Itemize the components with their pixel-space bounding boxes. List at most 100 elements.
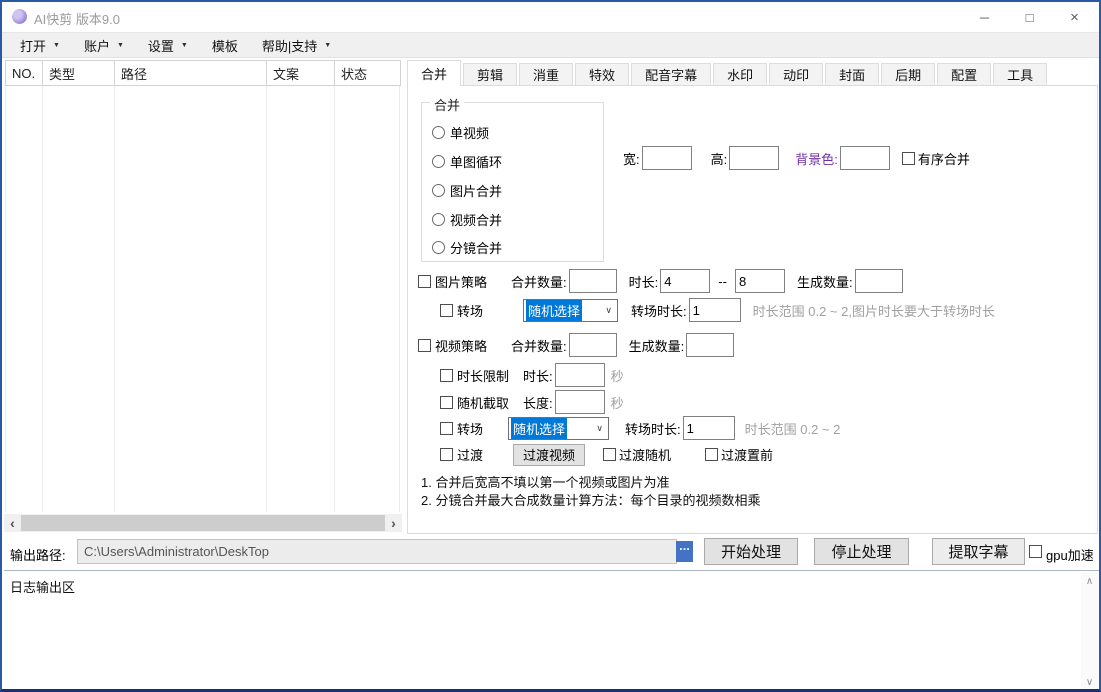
radio-single-image-loop[interactable]: 单图循环	[432, 152, 502, 171]
close-button[interactable]: ×	[1052, 2, 1097, 32]
output-path-input[interactable]	[77, 539, 677, 564]
fade-random-checkbox[interactable]	[603, 448, 616, 461]
fade-checkbox[interactable]	[440, 448, 453, 461]
menu-account[interactable]: 账户 ▼	[76, 33, 132, 58]
size-row: 宽: 高: 背景色: 有序合并	[623, 145, 970, 171]
scroll-left-icon[interactable]: ‹	[4, 514, 21, 532]
background-color-input[interactable]	[840, 146, 890, 170]
duration-limit-input[interactable]	[555, 363, 605, 387]
scroll-down-icon[interactable]: ∨	[1081, 674, 1098, 690]
column-header-status[interactable]: 状态	[335, 61, 400, 85]
video-transition-checkbox[interactable]	[440, 422, 453, 435]
select-value: 随机选择	[526, 300, 582, 321]
tab-clip[interactable]: 剪辑	[463, 63, 517, 85]
radio-icon	[432, 213, 445, 226]
title-bar: AI快剪 版本9.0 ─ □ ×	[2, 2, 1099, 32]
radio-label: 单图循环	[450, 152, 502, 171]
radio-icon	[432, 126, 445, 139]
image-transition-select[interactable]: 随机选择 ∨	[523, 299, 618, 322]
radio-storyboard-merge[interactable]: 分镜合并	[432, 238, 502, 257]
table-column	[6, 86, 43, 512]
table-horizontal-scrollbar[interactable]: ‹ ›	[4, 514, 402, 532]
fade-video-button[interactable]: 过渡视频	[513, 444, 585, 466]
scroll-right-icon[interactable]: ›	[385, 514, 402, 532]
menu-account-label: 账户	[84, 36, 110, 55]
ordered-merge-checkbox[interactable]	[902, 152, 915, 165]
file-table-header: NO. 类型 路径 文案 状态	[5, 60, 401, 86]
menu-help-support[interactable]: 帮助|支持 ▼	[254, 33, 339, 58]
merge-tab-panel: 合并 单视频 单图循环 图片合并 视频合并 分镜合并	[407, 85, 1098, 534]
dropdown-arrow-icon: ▼	[53, 42, 60, 49]
stop-processing-button[interactable]: 停止处理	[814, 538, 909, 565]
image-merge-count-input[interactable]	[569, 269, 617, 293]
radio-icon	[432, 184, 445, 197]
video-strategy-checkbox[interactable]	[418, 339, 431, 352]
menu-settings-label: 设置	[148, 36, 174, 55]
width-input[interactable]	[642, 146, 692, 170]
duration-range-dash: --	[718, 274, 727, 289]
tab-watermark[interactable]: 水印	[713, 63, 767, 85]
menu-template[interactable]: 模板	[204, 33, 246, 58]
table-column	[115, 86, 267, 512]
column-header-text[interactable]: 文案	[267, 61, 335, 85]
tab-motion-stamp[interactable]: 动印	[769, 63, 823, 85]
video-generate-count-input[interactable]	[686, 333, 734, 357]
duration-field-label: 时长:	[523, 366, 553, 385]
merge-count-label: 合并数量:	[511, 272, 567, 291]
image-duration-max-input[interactable]	[735, 269, 785, 293]
menu-open[interactable]: 打开 ▼	[12, 33, 68, 58]
radio-image-merge[interactable]: 图片合并	[432, 181, 502, 200]
fade-label: 过渡	[457, 445, 483, 464]
tab-effects[interactable]: 特效	[575, 63, 629, 85]
tab-cover[interactable]: 封面	[825, 63, 879, 85]
radio-label: 视频合并	[450, 210, 502, 229]
seconds-unit-label: 秒	[611, 393, 624, 412]
radio-video-merge[interactable]: 视频合并	[432, 210, 502, 229]
fade-video-button-label: 过渡视频	[523, 445, 575, 464]
height-label: 高:	[711, 149, 728, 168]
video-transition-select[interactable]: 随机选择 ∨	[508, 417, 609, 440]
image-generate-count-input[interactable]	[855, 269, 903, 293]
radio-single-video[interactable]: 单视频	[432, 123, 489, 142]
random-cut-length-input[interactable]	[555, 390, 605, 414]
column-header-path[interactable]: 路径	[115, 61, 267, 85]
image-transition-duration-input[interactable]	[689, 298, 741, 322]
transition-duration-hint: 时长范围 0.2 ~ 2,图片时长要大于转场时长	[753, 301, 995, 320]
tab-strip: 合并 剪辑 消重 特效 配音字幕 水印 动印 封面 后期 配置 工具	[407, 60, 1049, 85]
duration-limit-checkbox[interactable]	[440, 369, 453, 382]
tab-config[interactable]: 配置	[937, 63, 991, 85]
menu-settings[interactable]: 设置 ▼	[140, 33, 196, 58]
file-table-body[interactable]	[5, 86, 401, 512]
extract-subtitle-button[interactable]: 提取字幕	[932, 538, 1025, 565]
radio-label: 图片合并	[450, 181, 502, 200]
maximize-button[interactable]: □	[1007, 2, 1052, 32]
tab-merge[interactable]: 合并	[407, 60, 461, 86]
scroll-up-icon[interactable]: ∧	[1081, 573, 1098, 589]
tab-dub-subtitle[interactable]: 配音字幕	[631, 63, 711, 85]
file-table: NO. 类型 路径 文案 状态	[5, 60, 401, 512]
video-merge-count-input[interactable]	[569, 333, 617, 357]
image-strategy-checkbox[interactable]	[418, 275, 431, 288]
tab-dedupe[interactable]: 消重	[519, 63, 573, 85]
tab-tools[interactable]: 工具	[993, 63, 1047, 85]
column-header-no[interactable]: NO.	[6, 61, 43, 85]
scrollbar-thumb[interactable]	[21, 515, 385, 531]
browse-button[interactable]: ...	[676, 541, 693, 562]
radio-icon	[432, 155, 445, 168]
random-cut-checkbox[interactable]	[440, 396, 453, 409]
app-logo-icon	[12, 9, 27, 24]
tab-post[interactable]: 后期	[881, 63, 935, 85]
image-transition-checkbox[interactable]	[440, 304, 453, 317]
height-input[interactable]	[729, 146, 779, 170]
start-processing-button[interactable]: 开始处理	[704, 538, 798, 565]
video-transition-duration-input[interactable]	[683, 416, 735, 440]
maximize-icon: □	[1026, 10, 1034, 25]
minimize-button[interactable]: ─	[962, 2, 1007, 32]
dropdown-arrow-icon: ▼	[117, 42, 124, 49]
gpu-accel-checkbox[interactable]	[1029, 545, 1042, 558]
background-color-link[interactable]: 背景色:	[795, 149, 838, 168]
log-vertical-scrollbar[interactable]: ∧ ∨	[1081, 573, 1098, 690]
column-header-type[interactable]: 类型	[43, 61, 115, 85]
fade-front-checkbox[interactable]	[705, 448, 718, 461]
image-duration-min-input[interactable]	[660, 269, 710, 293]
